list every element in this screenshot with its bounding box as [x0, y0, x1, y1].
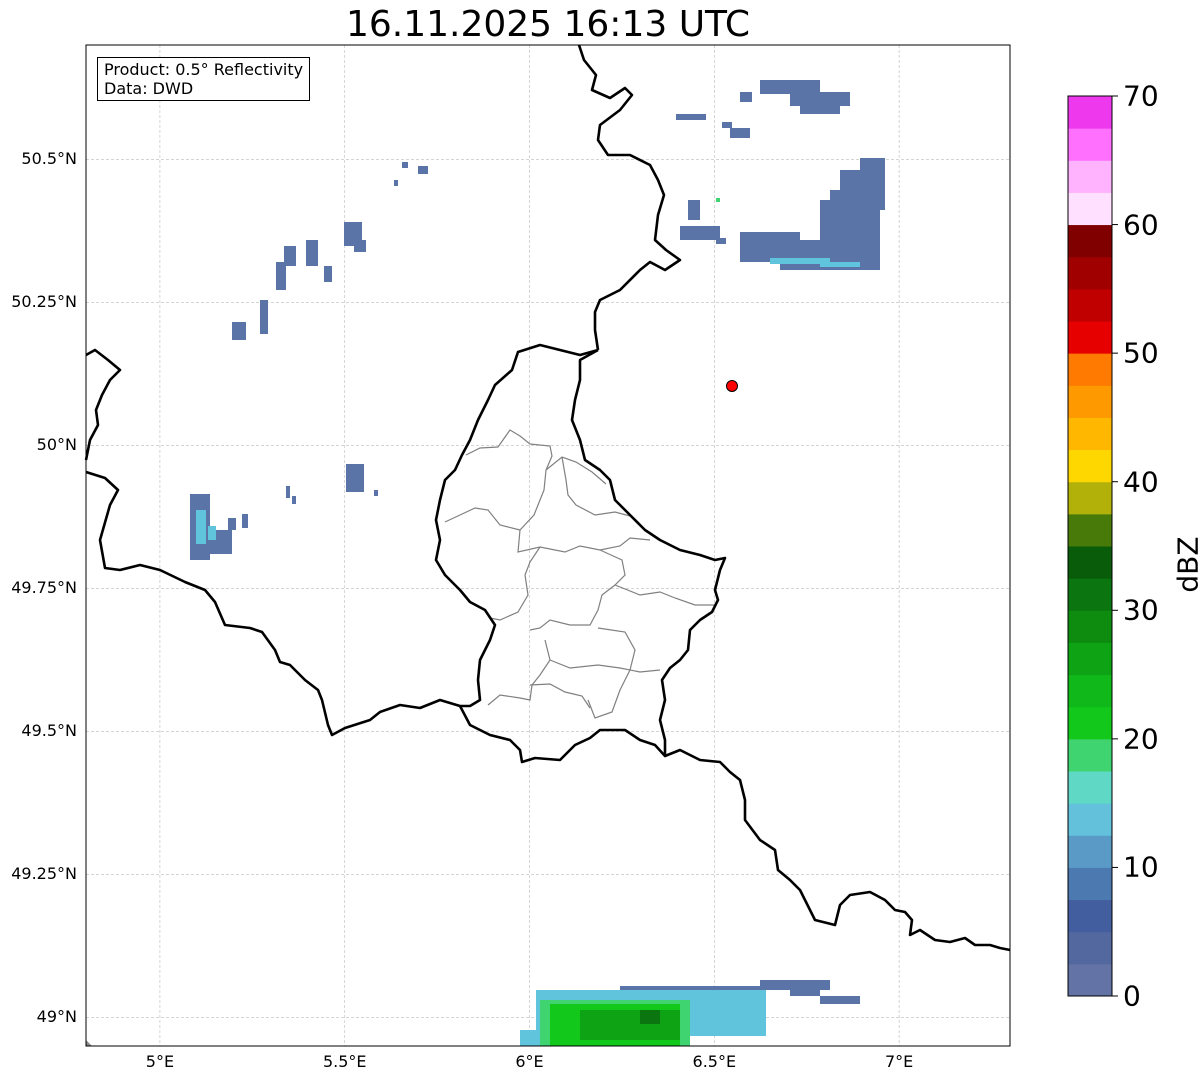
info-box: Product: 0.5° Reflectivity Data: DWD [97, 57, 311, 101]
radar-map [84, 44, 1118, 1047]
colorbar-segment [1068, 835, 1112, 868]
colorbar-segment [1068, 546, 1112, 579]
lat-tick-label: 49.5°N [21, 721, 77, 741]
lat-tick-label: 49.75°N [11, 578, 77, 598]
colorbar-segment [1068, 160, 1112, 193]
lat-tick-label: 50.25°N [11, 292, 77, 312]
colorbar-segment [1068, 738, 1112, 772]
colorbar-segment [1068, 96, 1112, 129]
colorbar-segment [1068, 385, 1112, 418]
colorbar-tick-label: 40 [1123, 465, 1159, 499]
colorbar-segment [1068, 256, 1112, 290]
info-data-source: Data: DWD [104, 79, 194, 98]
colorbar-segment [1068, 706, 1112, 740]
colorbar-segment [1068, 674, 1112, 708]
colorbar-segment [1068, 578, 1112, 611]
lon-tick-label: 6°E [515, 1052, 544, 1071]
colorbar [1067, 95, 1118, 997]
colorbar-segment [1068, 481, 1112, 515]
lon-tick-label: 7°E [884, 1052, 914, 1071]
colorbar-segment [1068, 417, 1112, 451]
colorbar-tick-label: 20 [1123, 722, 1159, 756]
colorbar-segment [1068, 963, 1112, 997]
colorbar-segment [1068, 513, 1112, 547]
colorbar-segment [1068, 449, 1112, 483]
lon-tick-label: 5.5°E [322, 1052, 367, 1071]
colorbar-tick-label: 0 [1123, 979, 1141, 1013]
colorbar-segment [1068, 321, 1112, 354]
lon-tick-label: 5°E [145, 1052, 175, 1071]
colorbar-tick-label: 10 [1123, 850, 1159, 884]
info-product: Product: 0.5° Reflectivity [104, 60, 304, 79]
colorbar-segment [1068, 867, 1112, 901]
lat-tick-label: 50°N [36, 435, 77, 455]
colorbar-segment [1068, 771, 1112, 804]
colorbar-segment [1068, 899, 1112, 933]
colorbar-segment [1068, 128, 1112, 161]
lat-tick-label: 49°N [36, 1007, 77, 1027]
colorbar-segment [1068, 192, 1112, 226]
colorbar-segment [1068, 803, 1112, 836]
colorbar-segment [1068, 642, 1112, 676]
radar-site-marker [726, 380, 738, 392]
colorbar-segment [1068, 224, 1112, 258]
colorbar-tick-label: 50 [1123, 336, 1159, 370]
colorbar-segment [1068, 931, 1112, 965]
lon-tick-label: 6.5°E [692, 1052, 737, 1071]
colorbar-tick-label: 30 [1123, 593, 1159, 627]
colorbar-segment [1068, 610, 1112, 643]
colorbar-tick-label: 70 [1123, 79, 1159, 113]
colorbar-segment [1068, 288, 1112, 322]
lat-tick-label: 50.5°N [21, 149, 77, 169]
colorbar-unit-label: dBZ [1171, 536, 1202, 593]
lat-tick-label: 49.25°N [11, 864, 77, 884]
colorbar-segment [1068, 353, 1112, 386]
colorbar-tick-label: 60 [1123, 208, 1159, 242]
